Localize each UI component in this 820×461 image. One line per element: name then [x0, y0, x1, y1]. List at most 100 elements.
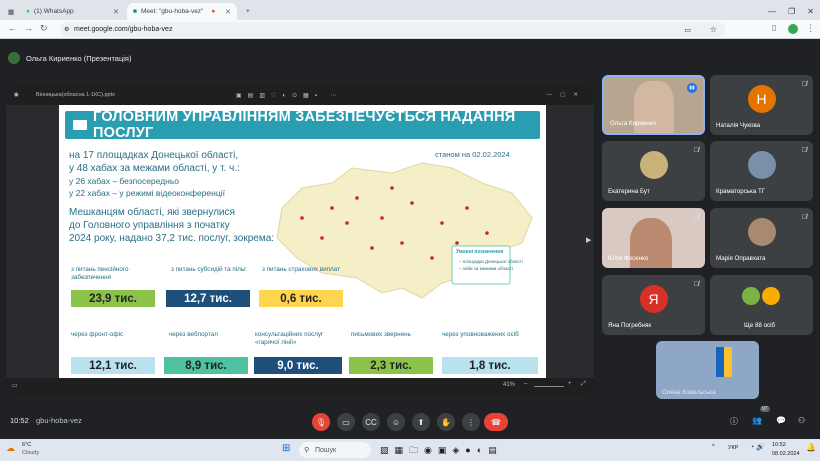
reload-icon[interactable]: ↻	[40, 23, 48, 34]
mic-off-icon: 🎙̸	[801, 214, 807, 221]
slide-title-banner: ГОЛОВНИМ УПРАВЛІННЯМ ЗАБЕЗПЕЧУЄТЬСЯ НАДА…	[65, 109, 540, 141]
presenter-avatar	[8, 52, 20, 64]
mic-off-icon: 🎙̸	[801, 81, 807, 88]
grid-icon: ▦	[8, 8, 15, 16]
forward-icon[interactable]: →	[24, 23, 33, 33]
tile-0[interactable]: ▮▮ Ольга Кириенко	[602, 75, 705, 135]
row1-value-2: 12,7 тис.	[166, 290, 250, 307]
people-icon[interactable]: 👥	[752, 416, 762, 425]
ukraine-map	[276, 162, 533, 299]
meet-time: 10:52	[10, 416, 29, 425]
slide-para-1: Мешканцям області, які звернулися	[69, 207, 235, 218]
mic-off-button[interactable]: 🎙	[312, 413, 330, 431]
row2-label-1: через фронт-офіс	[71, 331, 124, 338]
captions-button[interactable]: CC	[362, 413, 380, 431]
address-bar[interactable]: ⚙ meet.google.com/gbu-hoba-vez ▭ ☆	[60, 22, 725, 37]
avatar	[747, 218, 776, 246]
tab-overview-button[interactable]: ▦	[2, 3, 16, 20]
close-tab-icon[interactable]: ✕	[225, 8, 231, 16]
reactions-button[interactable]: ☺	[387, 413, 405, 431]
activities-icon[interactable]: ⚇	[798, 416, 805, 425]
tile-1[interactable]: 🎙̸ Н Наталія Чукова	[710, 75, 813, 135]
search-icon: ⚲	[304, 447, 310, 454]
notifications-icon[interactable]: 🔔	[806, 443, 816, 452]
camera-permission-icon[interactable]: ▭	[684, 26, 691, 34]
whatsapp-icon: ●	[26, 8, 30, 15]
weather-icon[interactable]: ☁	[6, 443, 15, 454]
zoom-level: 41%	[503, 382, 516, 388]
chat-icon[interactable]: 💬	[776, 416, 786, 425]
windows-start-icon[interactable]: ⊞	[282, 443, 290, 454]
present-button[interactable]: ⬆	[412, 413, 430, 431]
tile-5[interactable]: 🎙̸ Марія Оправхата	[710, 208, 813, 268]
slide-para-2: до Головного управління з початку	[69, 220, 230, 231]
avatar: Н	[747, 85, 776, 113]
mic-off-icon: 🎙̸	[801, 147, 807, 154]
ppt-window-controls[interactable]: —▢✕	[547, 92, 586, 98]
tile-3[interactable]: 🎙̸ Краматорська ТГ	[710, 141, 813, 201]
meet-control-bar: 10:52 gbu-hoba-vez 🎙 ▭ CC ☺ ⬆ ✋ ⋮ ☎ ⓘ 👥 …	[0, 404, 820, 434]
row1-label-1: з питань пенсійного забезпечення	[71, 266, 129, 281]
menu-icon[interactable]: ⋮	[806, 23, 815, 34]
leave-call-button[interactable]: ☎	[484, 413, 508, 431]
maximize-icon[interactable]: ❐	[788, 7, 795, 16]
tray-chevron-icon[interactable]: ^	[712, 444, 715, 450]
ppt-toolbar: ◉ Вінницька(обласна 1-1КС).pptx ▣▤▥♡◐⊙▦▪…	[6, 85, 594, 105]
avatar: Я	[639, 285, 668, 313]
more-options-button[interactable]: ⋮	[462, 413, 480, 431]
self-view-tile[interactable]: Олена Ковальська	[656, 341, 759, 399]
ppt-tools-icons[interactable]: ▣▤▥♡◐⊙▦▪ ⋯	[236, 92, 343, 99]
slide-para-3: 2024 року, надано 37,2 тис. послуг, зокр…	[69, 233, 275, 244]
clock-date: 08.02.2024	[772, 451, 800, 457]
tile-2[interactable]: 🎙̸ Екатерина Бут	[602, 141, 705, 201]
tile-7[interactable]: Ще 88 осіб	[710, 275, 813, 335]
row1-value-1: 23,9 тис.	[71, 290, 155, 307]
row2-value-1: 12,1 тис.	[71, 357, 155, 374]
slide-line-2: у 48 хабах за межами області, у т. ч.:	[69, 163, 240, 174]
close-tab-icon[interactable]: ✕	[113, 8, 119, 16]
app-icon: ◉	[14, 92, 19, 98]
mic-off-icon: 🎙̸	[693, 214, 699, 221]
speaking-icon: ▮▮	[687, 83, 697, 93]
clock-time: 10:52	[772, 442, 786, 448]
close-window-icon[interactable]: ✕	[807, 7, 814, 16]
network-volume-icons[interactable]: ◔ 🔊	[750, 443, 765, 451]
avatar	[742, 287, 760, 305]
fit-slide-icon[interactable]: ⤢	[581, 381, 586, 388]
slide: ГОЛОВНИМ УПРАВЛІННЯМ ЗАБЕЗПЕЧУЄТЬСЯ НАДА…	[59, 105, 546, 378]
row2-value-3: 9,0 тис.	[254, 357, 342, 374]
zoom-slider[interactable]	[534, 386, 564, 387]
weather-temp: 6°C	[22, 442, 32, 448]
raise-hand-button[interactable]: ✋	[437, 413, 455, 431]
meeting-code: gbu-hoba-vez	[36, 416, 82, 425]
map-legend-title: Умовні позначення	[456, 249, 504, 255]
map-legend-2: – хаби за межами області	[459, 266, 513, 271]
back-icon[interactable]: ←	[8, 23, 17, 33]
slide-view-icon[interactable]: ▭	[12, 382, 18, 389]
row2-label-2: через вебпортал	[169, 331, 218, 338]
zoom-in-icon[interactable]: +	[568, 381, 572, 387]
presenter-label: Ольга Кириенко (Презентація)	[8, 50, 132, 66]
ppt-status-bar: ▭ 41% – + ⤢	[6, 378, 594, 395]
tile-6[interactable]: 🎙̸ Я Яна Погребняк	[602, 275, 705, 335]
minimize-icon[interactable]: —	[768, 7, 776, 16]
new-tab-button[interactable]: +	[240, 3, 254, 20]
info-icon[interactable]: ⓘ	[730, 416, 738, 427]
recording-icon: ●	[211, 8, 216, 15]
site-info-icon[interactable]: ⚙	[64, 26, 69, 33]
taskbar-search[interactable]: ⚲ Пошук	[299, 442, 371, 458]
profile-avatar[interactable]	[788, 24, 798, 34]
language-indicator[interactable]: УКР	[728, 445, 738, 451]
window-controls: — ❐ ✕	[720, 3, 820, 20]
tab-meet[interactable]: ■ Meet: "gbu-hoba-vez" ● ✕	[127, 3, 237, 20]
browser-tab-bar: ▦ ● (1) WhatsApp ✕ ■ Meet: "gbu-hoba-vez…	[0, 0, 820, 20]
bookmark-star-icon[interactable]: ☆	[710, 25, 717, 34]
browser-toolbar: ← → ↻ ⚙ meet.google.com/gbu-hoba-vez ▭ ☆…	[0, 20, 820, 39]
tab-whatsapp[interactable]: ● (1) WhatsApp ✕	[20, 3, 125, 20]
sidepanel-icon[interactable]: ▯	[772, 23, 776, 32]
next-slide-arrow-icon[interactable]: ▶	[586, 236, 591, 244]
taskbar-apps[interactable]: ▨▦🗀◉▣◈●◐▤	[380, 443, 503, 459]
tile-4[interactable]: 🎙̸ Юлія Фесенко	[602, 208, 705, 268]
camera-button[interactable]: ▭	[337, 413, 355, 431]
zoom-out-icon[interactable]: –	[524, 381, 527, 387]
